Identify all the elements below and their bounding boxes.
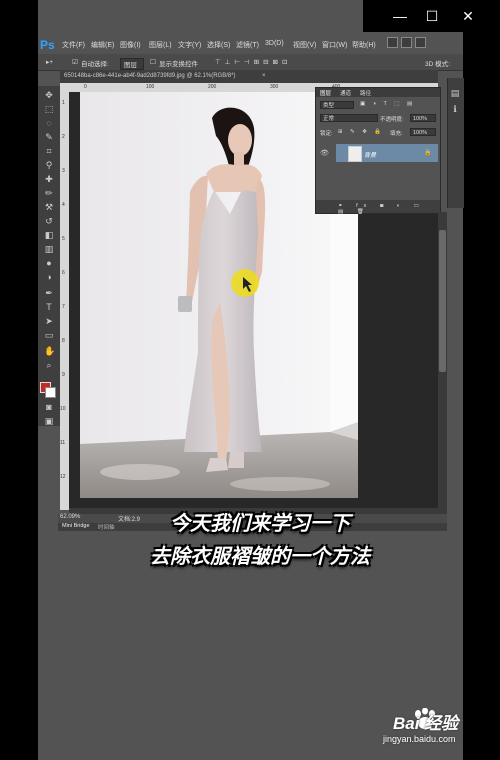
marquee-tool-icon[interactable]: ⬚	[44, 104, 54, 114]
crop-tool-icon[interactable]: ⌗	[44, 146, 54, 156]
layers-panel-tabs	[316, 88, 440, 97]
ruler-tick: 10	[60, 406, 66, 412]
path-selection-tool-icon[interactable]: ➤	[44, 316, 54, 326]
ruler-tick: 7	[62, 304, 65, 310]
screen-mode-icon[interactable]: ▣	[44, 416, 54, 426]
workspace-restore-button[interactable]	[401, 37, 412, 48]
minimize-button[interactable]: —	[385, 4, 415, 28]
maximize-button[interactable]: ☐	[417, 4, 447, 28]
ruler-tick: 12	[60, 474, 66, 480]
visibility-eye-icon[interactable]: 👁	[320, 149, 329, 157]
window-controls: — ☐ ✕	[363, 0, 500, 32]
close-button[interactable]: ✕	[453, 4, 483, 28]
menu-filter[interactable]: 滤镜(T)	[236, 40, 259, 50]
menu-window[interactable]: 窗口(W)	[322, 40, 347, 50]
ruler-tick: 5	[62, 236, 65, 242]
lasso-tool-icon[interactable]: ◌	[44, 118, 54, 128]
layer-name[interactable]: 背景	[364, 150, 376, 159]
pen-tool-icon[interactable]: ✒	[44, 288, 54, 298]
layers-panel: 图层 通道 路径 类型 ▣ ◑ T ⬚ ▤ 正常 不透明度: 100% 锁定: …	[315, 87, 441, 215]
document-tab-close-icon[interactable]: ×	[262, 73, 266, 79]
ruler-tick: 8	[62, 338, 65, 344]
layer-filter-dropdown[interactable]: 类型	[320, 101, 354, 109]
ruler-tick: 300	[270, 84, 279, 90]
layer-thumbnail	[348, 146, 362, 162]
show-transform-label: 显示变换控件	[159, 61, 198, 68]
ruler-tick: 3	[62, 168, 65, 174]
menu-3d[interactable]: 3D(D)	[265, 40, 284, 47]
layer-action-icons[interactable]: ⚭ fx ◙ ◐ ▭ ▤ 🗑	[338, 203, 440, 215]
caption-line-1: 今天我们来学习一下	[170, 513, 350, 535]
layers-panel-footer: ⚭ fx ◙ ◐ ▭ ▤ 🗑	[316, 200, 440, 215]
shape-tool-icon[interactable]: ▭	[44, 330, 54, 340]
menu-edit[interactable]: 编辑(E)	[91, 40, 114, 50]
move-tool-preset-icon[interactable]: ▸+	[46, 58, 53, 66]
fill-label: 填充:	[390, 131, 403, 137]
type-tool-icon[interactable]: T	[44, 302, 54, 312]
auto-select-checkbox[interactable]: ☑	[72, 58, 78, 66]
menu-layer[interactable]: 图层(L)	[149, 40, 172, 50]
lock-label: 锁定:	[320, 131, 333, 137]
align-icons[interactable]: ⊤⊥⊢⊣⊞⊟⊠⊡	[215, 58, 291, 66]
eraser-tool-icon[interactable]: ◧	[44, 230, 54, 240]
menu-type[interactable]: 文字(Y)	[178, 40, 201, 50]
brush-tool-icon[interactable]: ✏	[44, 188, 54, 198]
menu-select[interactable]: 选择(S)	[207, 40, 230, 50]
blur-tool-icon[interactable]: ●	[44, 258, 54, 268]
auto-select-dropdown[interactable]: 图层	[120, 58, 144, 70]
opacity-field[interactable]: 100%	[410, 114, 436, 122]
history-panel-icon[interactable]: ▤	[450, 88, 460, 98]
vertical-scroll-thumb[interactable]	[439, 230, 446, 372]
ruler-tick: 4	[62, 202, 65, 208]
hand-tool-icon[interactable]: ✋	[44, 346, 55, 356]
auto-select-label: 自动选择:	[81, 61, 109, 68]
document-tab[interactable]: 650148ba-c86e-441e-ab4f-9ad2d8739fd9.jpg…	[64, 73, 236, 79]
ruler-tick: 2	[62, 134, 65, 140]
workspace-close-button[interactable]	[415, 37, 426, 48]
opacity-label: 不透明度:	[380, 117, 404, 123]
layer-lock-icon: 🔒	[424, 150, 432, 156]
zoom-tool-icon[interactable]: ⌕	[44, 360, 54, 370]
ruler-tick: 1	[62, 100, 65, 106]
show-transform-checkbox[interactable]: ☐	[150, 58, 156, 66]
ruler-tick: 200	[208, 84, 217, 90]
menu-file[interactable]: 文件(F)	[62, 40, 85, 50]
fill-field[interactable]: 100%	[410, 128, 436, 136]
quick-mask-icon[interactable]: ◙	[44, 402, 54, 412]
gradient-tool-icon[interactable]: ▥	[44, 244, 54, 254]
tab-paths[interactable]: 路径	[360, 89, 371, 97]
layer-filter-icons[interactable]: ▣ ◑ T ⬚ ▤	[360, 101, 415, 107]
ruler-tick: 0	[84, 84, 87, 90]
eyedropper-tool-icon[interactable]: ⚲	[44, 160, 54, 170]
tab-channels[interactable]: 通道	[340, 89, 351, 97]
properties-panel-icon[interactable]: ℹ	[450, 104, 460, 114]
photoshop-logo: Ps	[40, 38, 55, 52]
3d-mode-label: 3D 模式:	[425, 61, 450, 68]
watermark-url: jingyan.baidu.com	[383, 734, 456, 744]
menu-image[interactable]: 图像(I)	[120, 40, 141, 50]
menu-help[interactable]: 帮助(H)	[352, 40, 376, 50]
history-brush-tool-icon[interactable]: ↺	[44, 216, 54, 226]
dodge-tool-icon[interactable]: ◑	[44, 272, 54, 282]
baidu-jingyan-logo: Bai 经验	[393, 714, 459, 733]
workspace-minimize-button[interactable]	[387, 37, 398, 48]
left-black-border	[0, 0, 38, 760]
ruler-tick: 9	[62, 372, 65, 378]
blend-mode-dropdown[interactable]: 正常	[320, 114, 378, 122]
healing-brush-tool-icon[interactable]: ✚	[44, 174, 54, 184]
tab-layers[interactable]: 图层	[320, 89, 331, 97]
menu-view[interactable]: 视图(V)	[293, 40, 316, 50]
right-black-border	[463, 0, 500, 760]
ruler-tick: 11	[60, 440, 66, 446]
lock-icons[interactable]: ⊞ ✎ ✥ 🔒	[338, 129, 384, 135]
ruler-tick: 6	[62, 270, 65, 276]
quick-select-tool-icon[interactable]: ✎	[44, 132, 54, 142]
clone-stamp-tool-icon[interactable]: ⚒	[44, 202, 54, 212]
caption-line-2: 去除衣服褶皱的一个方法	[150, 546, 370, 568]
background-color-swatch[interactable]	[45, 387, 56, 398]
ruler-tick: 100	[146, 84, 155, 90]
move-tool-icon[interactable]: ✥	[44, 90, 54, 100]
